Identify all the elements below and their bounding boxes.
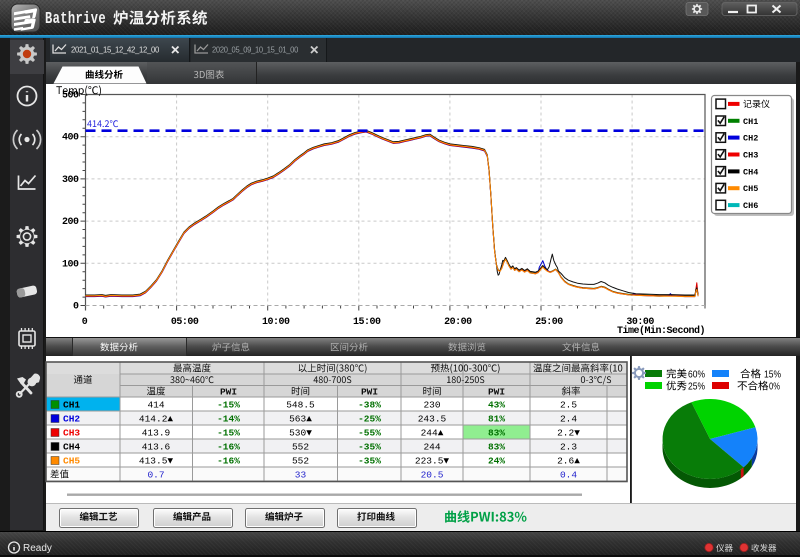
svg-text:0%: 0% (769, 381, 780, 393)
svg-text:CH2: CH2 (63, 414, 80, 425)
svg-text:413.6: 413.6 (142, 442, 171, 453)
svg-text:244: 244 (423, 442, 440, 453)
svg-text:05:00: 05:00 (171, 317, 199, 328)
svg-text:230: 230 (423, 400, 440, 411)
svg-text:414: 414 (147, 400, 164, 411)
svg-text:2.5: 2.5 (560, 400, 577, 411)
svg-text:PWI: PWI (488, 387, 505, 398)
svg-text:CH6: CH6 (743, 201, 758, 211)
svg-text:243.5: 243.5 (418, 414, 447, 425)
svg-text:CH1: CH1 (743, 117, 758, 127)
svg-text:0: 0 (73, 302, 79, 313)
svg-text:15%: 15% (764, 369, 781, 381)
svg-text:400: 400 (62, 133, 79, 144)
svg-text:83%: 83% (488, 428, 505, 439)
svg-text:552: 552 (292, 456, 309, 467)
svg-text:100: 100 (62, 259, 79, 270)
svg-text:-15%: -15% (217, 400, 240, 411)
svg-text:223.5▼: 223.5▼ (415, 456, 450, 467)
svg-text:PWI: PWI (361, 387, 378, 398)
svg-text:83%: 83% (488, 442, 505, 453)
svg-text:Time(Min:Second): Time(Min:Second) (617, 325, 705, 337)
svg-text:CH3: CH3 (743, 151, 758, 161)
svg-text:200: 200 (62, 217, 79, 228)
svg-text:Bathrive: Bathrive (45, 9, 106, 28)
svg-text:2.2▼: 2.2▼ (557, 428, 580, 439)
svg-text:0.4: 0.4 (560, 470, 577, 481)
svg-text:0: 0 (82, 317, 88, 328)
svg-text:PWI: PWI (220, 387, 237, 398)
svg-text:10:00: 10:00 (262, 317, 290, 328)
svg-text:15:00: 15:00 (353, 317, 381, 328)
svg-text:CH5: CH5 (63, 456, 80, 467)
svg-text:-16%: -16% (217, 456, 240, 467)
svg-text:CH4: CH4 (63, 442, 80, 453)
svg-text:-16%: -16% (217, 442, 240, 453)
svg-text:563▲: 563▲ (289, 414, 312, 425)
svg-text:2020_05_09_10_15_01_00: 2020_05_09_10_15_01_00 (212, 46, 299, 55)
svg-text:CH5: CH5 (743, 184, 758, 194)
svg-text:-35%: -35% (358, 456, 381, 467)
svg-text:413.9: 413.9 (142, 428, 171, 439)
svg-text:-25%: -25% (358, 414, 381, 425)
svg-text:548.5: 548.5 (286, 400, 315, 411)
svg-text:2.3: 2.3 (560, 442, 577, 453)
svg-text:0.7: 0.7 (147, 470, 164, 481)
svg-text:244▲: 244▲ (421, 428, 444, 439)
svg-text:20:00: 20:00 (444, 317, 472, 328)
svg-text:413.5▼: 413.5▼ (139, 456, 174, 467)
svg-text:530▼: 530▼ (289, 428, 312, 439)
svg-text:24%: 24% (488, 456, 505, 467)
svg-text:25%: 25% (688, 381, 705, 393)
svg-text:-55%: -55% (358, 428, 381, 439)
svg-text:2.6▲: 2.6▲ (557, 456, 580, 467)
svg-text:43%: 43% (488, 400, 505, 411)
svg-text:CH2: CH2 (743, 134, 758, 144)
svg-text:20.5: 20.5 (421, 470, 444, 481)
svg-text:81%: 81% (488, 414, 505, 425)
svg-text:300: 300 (62, 175, 79, 186)
svg-text:60%: 60% (688, 369, 705, 381)
svg-text:CH3: CH3 (63, 428, 80, 439)
svg-text:552: 552 (292, 442, 309, 453)
svg-text:CH1: CH1 (63, 400, 80, 411)
svg-text:25:00: 25:00 (535, 317, 563, 328)
svg-text:CH4: CH4 (743, 167, 758, 177)
svg-text:33: 33 (295, 470, 307, 481)
svg-text:-14%: -14% (217, 414, 240, 425)
svg-text:-15%: -15% (217, 428, 240, 439)
svg-text:2.4: 2.4 (560, 414, 577, 425)
svg-text:2021_01_15_12_42_12_00: 2021_01_15_12_42_12_00 (71, 46, 160, 55)
svg-text:-35%: -35% (358, 442, 381, 453)
svg-text:414.2▲: 414.2▲ (139, 414, 174, 425)
svg-text:-38%: -38% (358, 400, 381, 411)
svg-text:Ready: Ready (23, 543, 52, 554)
